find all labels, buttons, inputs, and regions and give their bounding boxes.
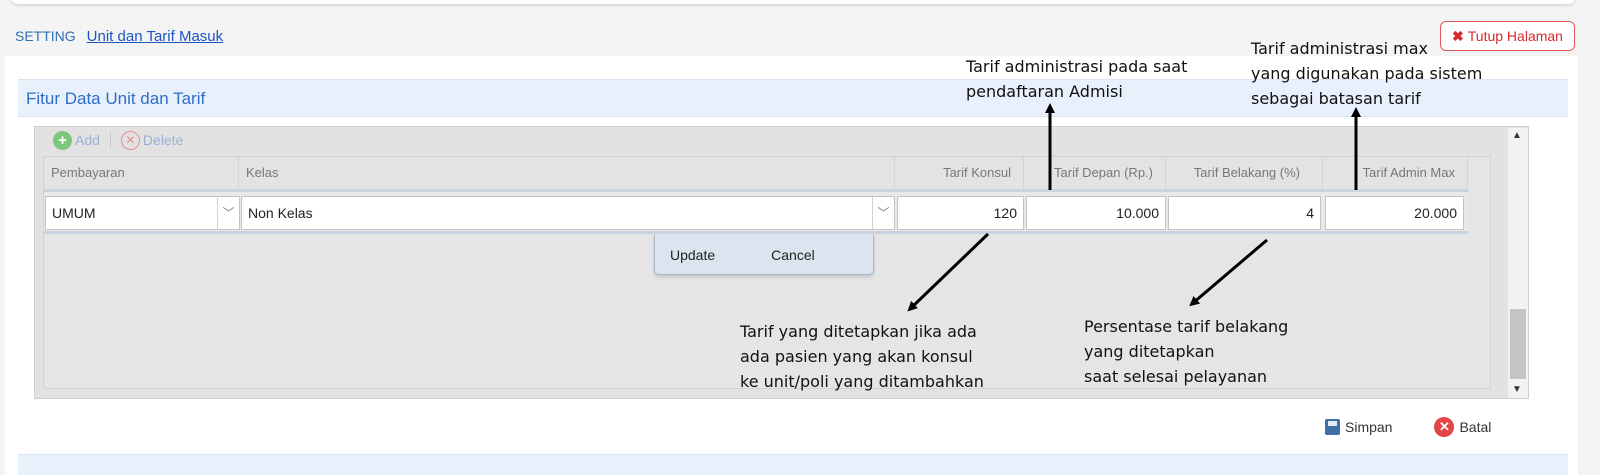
floppy-disk-icon (1325, 419, 1340, 435)
column-header-pembayaran[interactable]: Pembayaran (44, 157, 239, 189)
table-row-editing: UMUM ﹀ Non Kelas ﹀ 120 10.000 4 20.000 (44, 192, 1468, 234)
add-label: Add (75, 132, 100, 148)
delete-icon: ✕ (120, 130, 140, 150)
column-header-tarif-belakang[interactable]: Tarif Belakang (%) (1166, 157, 1323, 189)
save-label: Simpan (1345, 419, 1393, 435)
scroll-down-icon[interactable]: ▼ (1512, 384, 1522, 395)
column-header-tarif-admin-max[interactable]: Tarif Admin Max (1323, 157, 1468, 189)
toolbar-divider (109, 131, 111, 149)
pembayaran-value: UMUM (52, 205, 96, 221)
plus-icon: + (53, 130, 72, 150)
next-panel-header (18, 454, 1568, 475)
cancel-form-button[interactable]: ✕ Batal (1434, 417, 1491, 437)
cancel-button[interactable]: Cancel (771, 247, 815, 263)
breadcrumb: SETTING Unit dan Tarif Masuk (15, 28, 223, 45)
tarif-admin-max-input[interactable]: 20.000 (1325, 196, 1464, 230)
column-header-tarif-konsul[interactable]: Tarif Konsul (895, 157, 1024, 189)
tarif-depan-input[interactable]: 10.000 (1026, 196, 1166, 230)
tarif-konsul-input[interactable]: 120 (897, 196, 1024, 230)
row-editor-buttons: Update Cancel (654, 235, 874, 275)
annotation-belakang: Persentase tarif belakang yang ditetapka… (1084, 317, 1289, 386)
breadcrumb-setting: SETTING (15, 28, 76, 44)
annotation-admin-max: Tarif administrasi max yang digunakan pa… (1251, 39, 1483, 108)
kelas-select[interactable]: Non Kelas ﹀ (241, 196, 895, 230)
breadcrumb-current-link[interactable]: Unit dan Tarif Masuk (87, 28, 223, 45)
delete-label: Delete (142, 132, 184, 148)
panel-title: Fitur Data Unit dan Tarif (26, 89, 206, 108)
chevron-down-icon[interactable]: ﹀ (872, 197, 894, 229)
column-header-tarif-depan[interactable]: Tarif Depan (Rp.) (1024, 157, 1166, 189)
annotation-konsul: Tarif yang ditetapkan jika ada ada pasie… (740, 322, 984, 391)
chevron-down-icon[interactable]: ﹀ (217, 197, 239, 229)
update-button[interactable]: Update (670, 247, 715, 263)
pembayaran-select[interactable]: UMUM ﹀ (45, 196, 240, 230)
save-button[interactable]: Simpan (1325, 419, 1392, 435)
kelas-value: Non Kelas (248, 205, 313, 221)
top-bar (10, 0, 1576, 4)
column-header-kelas[interactable]: Kelas (239, 157, 895, 189)
vertical-scrollbar[interactable]: ▲ ▼ (1508, 128, 1528, 398)
cancel-form-label: Batal (1459, 419, 1492, 435)
cancel-icon: ✕ (1434, 417, 1455, 437)
delete-button[interactable]: ✕ Delete (120, 130, 184, 150)
main-panel: Fitur Data Unit dan Tarif + Add ✕ Delete… (5, 56, 1578, 475)
scrollbar-thumb[interactable] (1510, 309, 1526, 379)
form-actions: Simpan ✕ Batal (1325, 417, 1491, 437)
add-button[interactable]: + Add (53, 130, 100, 150)
annotation-admisi: Tarif administrasi pada saat pendaftaran… (966, 57, 1188, 101)
scroll-up-icon[interactable]: ▲ (1512, 130, 1522, 141)
grid-toolbar: + Add ✕ Delete (53, 129, 183, 151)
tarif-belakang-input[interactable]: 4 (1168, 196, 1321, 230)
